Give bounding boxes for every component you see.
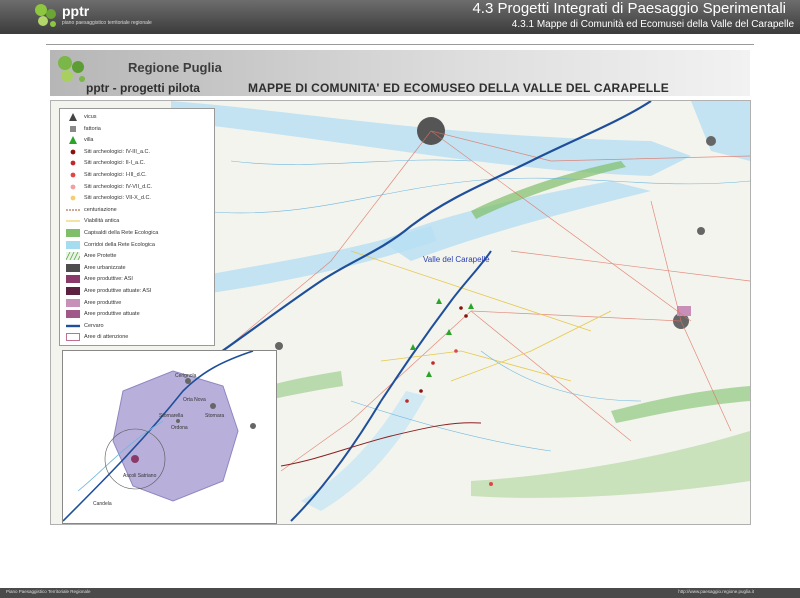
legend-symbol-icon xyxy=(66,194,80,202)
legend-item: Viabilità antica xyxy=(64,216,212,226)
legend-item: Aree urbanizzate xyxy=(64,263,212,273)
legend-item: Siti archeologici: I-III_d.C. xyxy=(64,170,212,180)
legend-label: Siti archeologici: II-I_a.C. xyxy=(84,160,146,167)
valley-label: Valle del Carapelle xyxy=(423,255,490,264)
pptr-logo xyxy=(32,2,212,32)
inset-town-label: Ascoli Satriano xyxy=(123,473,157,479)
inset-town-label: Cerignola xyxy=(175,373,197,379)
legend-item: Siti archeologici: VII-X_d.C. xyxy=(64,193,212,203)
legend-symbol-icon xyxy=(66,148,80,156)
legend-symbol-icon xyxy=(66,206,80,214)
legend-item: villa xyxy=(64,135,212,145)
legend-label: Aree urbanizzate xyxy=(84,264,126,271)
legend-label: Aree produttive attuate xyxy=(84,311,140,318)
legend-label: Siti archeologici: VII-X_d.C. xyxy=(84,195,151,202)
divider xyxy=(46,44,754,45)
banner-title: MAPPE DI COMUNITA' ED ECOMUSEO DELLA VAL… xyxy=(248,81,669,95)
legend-label: Cervaro xyxy=(84,322,104,329)
legend-symbol-icon xyxy=(66,159,80,167)
banner: Regione Puglia pptr - progetti pilota MA… xyxy=(50,50,750,96)
legend-label: vicus xyxy=(84,114,97,120)
inset-town-label: Orta Nova xyxy=(183,397,206,403)
legend-label: Siti archeologici: IV-III_a.C. xyxy=(84,148,151,155)
inset-map-canvas[interactable] xyxy=(63,351,276,523)
leaf-banner-icon xyxy=(58,56,85,82)
legend-item: Cervaro xyxy=(64,321,212,331)
legend-item: fattoria xyxy=(64,124,212,134)
legend-item: Aree Protette xyxy=(64,251,212,261)
legend-symbol-icon xyxy=(66,310,80,319)
legend-item: Siti archeologici: II-I_a.C. xyxy=(64,158,212,168)
logo-subtitle: piano paesaggistico territoriale regiona… xyxy=(62,20,152,26)
footer-left: Piano Paesaggistico Territoriale Regiona… xyxy=(6,589,91,594)
legend-item: Aree produttive attuate: ASI xyxy=(64,286,212,296)
legend-item: Aree produttive attuate xyxy=(64,309,212,319)
footer-bar: Piano Paesaggistico Territoriale Regiona… xyxy=(0,588,800,598)
leaf-logo-icon xyxy=(35,4,56,27)
legend-symbol-icon xyxy=(66,263,80,272)
inset-town-label: Candela xyxy=(93,501,112,507)
legend-label: Siti archeologici: IV-VII_d.C. xyxy=(84,183,153,190)
legend-label: centuriazione xyxy=(84,206,117,213)
legend-label: Capisaldi della Rete Ecologica xyxy=(84,230,159,236)
footer-url: http://www.paesaggio.regione.puglia.it xyxy=(678,589,754,594)
legend-item: Siti archeologici: IV-VII_d.C. xyxy=(64,182,212,192)
legend-label: Aree Protette xyxy=(84,253,117,260)
legend-symbol-icon xyxy=(66,171,80,179)
page-title: 4.3 Progetti Integrati di Paesaggio Sper… xyxy=(472,0,786,17)
legend-symbol-icon xyxy=(66,136,80,145)
map-legend: vicus fattoria villa Siti archeologici: IV-… xyxy=(59,108,215,346)
page-subtitle: 4.3.1 Mappe di Comunità ed Ecomusei dell… xyxy=(511,19,794,30)
legend-item: centuriazione xyxy=(64,205,212,215)
legend-label: Aree produttive xyxy=(84,299,122,306)
legend-symbol-icon xyxy=(66,275,80,284)
legend-symbol-icon xyxy=(66,229,80,237)
legend-symbol-icon xyxy=(66,183,80,191)
inset-map[interactable]: Cerignola Orta Nova Stornara Stornarella Ord… xyxy=(62,350,277,524)
map-frame[interactable]: Valle del Carapelle vicus fattoria villa Si… xyxy=(50,100,751,525)
legend-label: Viabilità antica xyxy=(84,218,120,225)
inset-town-label: Ordona xyxy=(171,425,188,431)
banner-program: pptr - progetti pilota xyxy=(86,81,200,95)
legend-item: Aree produttive xyxy=(64,298,212,308)
logo-text: pptr xyxy=(62,3,90,19)
legend-symbol-icon xyxy=(66,240,80,249)
banner-region: Regione Puglia xyxy=(128,60,222,75)
legend-symbol-icon xyxy=(66,113,80,121)
legend-symbol-icon xyxy=(66,125,80,133)
legend-label: Siti archeologici: I-III_d.C. xyxy=(84,172,147,178)
legend-item: Corridoi della Rete Ecologica xyxy=(64,240,212,250)
legend-label: Aree di attenzione xyxy=(84,334,129,341)
legend-symbol-icon xyxy=(66,252,80,261)
legend-label: villa xyxy=(84,137,94,144)
inset-town-label: Stornara xyxy=(205,413,225,419)
legend-item: Aree di attenzione xyxy=(64,332,212,342)
legend-label: Aree produttive attuate: ASI xyxy=(84,288,152,294)
legend-symbol-icon xyxy=(66,333,80,342)
legend-item: vicus xyxy=(64,112,212,122)
legend-symbol-icon xyxy=(66,287,80,295)
top-bar: pptr piano paesaggistico territoriale re… xyxy=(0,0,800,34)
legend-label: fattoria xyxy=(84,125,101,132)
legend-symbol-icon xyxy=(66,322,80,330)
legend-item: Siti archeologici: IV-III_a.C. xyxy=(64,147,212,157)
legend-label: Aree produttive: ASI xyxy=(84,276,133,283)
legend-label: Corridoi della Rete Ecologica xyxy=(84,241,155,248)
legend-item: Aree produttive: ASI xyxy=(64,274,212,284)
inset-town-label: Stornarella xyxy=(159,413,184,419)
legend-item: Capisaldi della Rete Ecologica xyxy=(64,228,212,238)
legend-symbol-icon xyxy=(66,298,80,307)
legend-symbol-icon xyxy=(66,217,80,225)
